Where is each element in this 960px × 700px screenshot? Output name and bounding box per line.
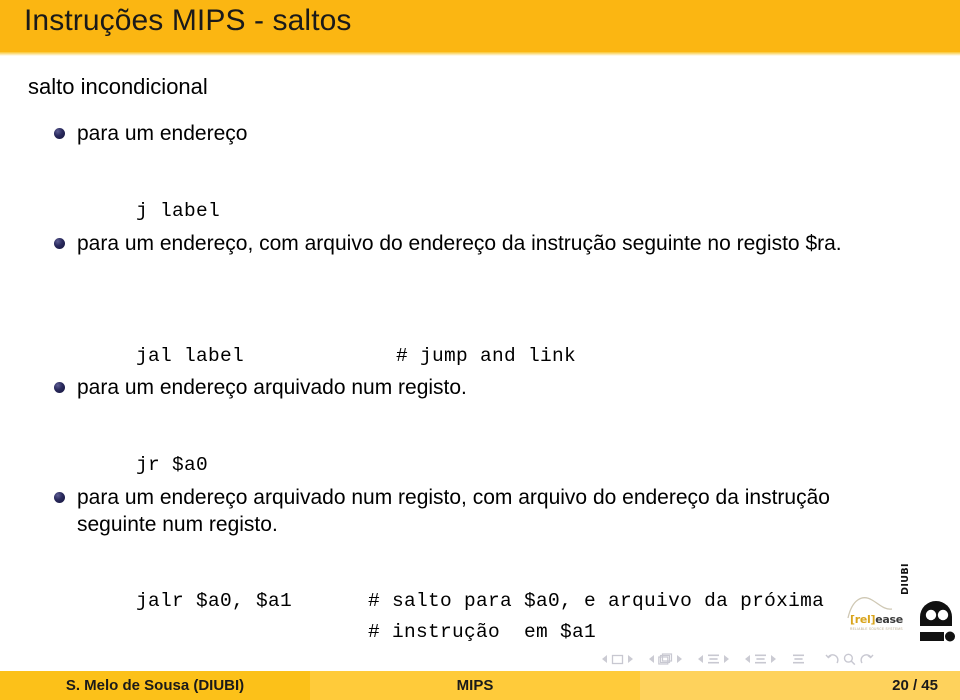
next-slide-icon[interactable] [677,655,682,663]
prev-frame-icon[interactable] [602,655,607,663]
subsection-navigation[interactable] [696,653,731,665]
frame-icon[interactable] [611,654,624,665]
beamer-navigation-bar[interactable] [600,650,950,668]
prev-section-icon[interactable] [745,655,750,663]
code-instruction: jr $a0 [136,454,209,476]
diubi-logo: DIUBI [900,563,956,645]
document-icon[interactable] [792,653,805,665]
slide-footer: S. Melo de Sousa (DIUBI) MIPS 20 / 45 [0,671,960,700]
logo-group: [rel]ease RELIABLE SOURCE SYSTEMS DIUBI [846,563,958,650]
list-item-label: para um endereço arquivado num registo. [77,376,467,399]
release-wordmark: [rel]ease [850,613,903,626]
block-title: salto incondicional [28,74,208,99]
list-item-label: para um endereço, com arquivo do endereç… [77,232,842,255]
release-subtitle: RELIABLE SOURCE SYSTEMS [850,627,903,631]
list-item: para um endereço arquivado num registo, … [54,484,874,538]
code-comment: # jump and link [396,345,577,367]
bullet-icon [54,382,65,393]
code-comment: # instrução em $a1 [368,621,597,643]
slide-stack-icon[interactable] [658,653,673,665]
subsection-lines-icon[interactable] [707,653,720,665]
footer-author: S. Melo de Sousa (DIUBI) [0,671,310,700]
bullet-icon [54,128,65,139]
footer-subject: MIPS [310,671,640,700]
footer-page-number: 20 / 45 [640,671,960,700]
prev-slide-icon[interactable] [649,655,654,663]
release-logo: [rel]ease RELIABLE SOURCE SYSTEMS [850,613,903,638]
diubi-label: DIUBI [900,563,911,595]
page-title: Instruções MIPS - saltos [24,4,352,37]
back-icon[interactable] [825,653,839,666]
title-bar-shadow [0,52,960,56]
search-icon[interactable] [843,653,856,666]
bullet-icon [54,492,65,503]
list-item-label: para um endereço [77,122,248,145]
next-section-icon[interactable] [771,655,776,663]
history-navigation[interactable] [823,653,876,666]
section-navigation[interactable] [743,653,778,665]
list-item-label: para um endereço arquivado num registo, … [77,486,830,536]
release-word-text: ease [875,613,903,626]
bullet-icon [54,238,65,249]
next-frame-icon[interactable] [628,655,633,663]
frame-navigation[interactable] [600,654,635,665]
slide-navigation[interactable] [647,653,684,665]
prev-subsection-icon[interactable] [698,655,703,663]
slide-title-bar: Instruções MIPS - saltos [0,0,960,52]
release-bracket-text: [rel] [850,613,876,626]
list-item: para um endereço arquivado num registo. [54,374,914,401]
list-item: para um endereço [54,120,914,147]
section-lines-icon[interactable] [754,653,767,665]
code-instruction: jal label [136,345,245,367]
list-item: para um endereço, com arquivo do endereç… [54,230,924,257]
next-subsection-icon[interactable] [724,655,729,663]
document-navigation[interactable] [790,653,807,665]
slide-content: salto incondicional para um endereço j l… [0,62,960,643]
code-instruction: j label [136,200,221,222]
forward-icon[interactable] [860,653,874,666]
diubi-mark-icon [920,601,955,642]
